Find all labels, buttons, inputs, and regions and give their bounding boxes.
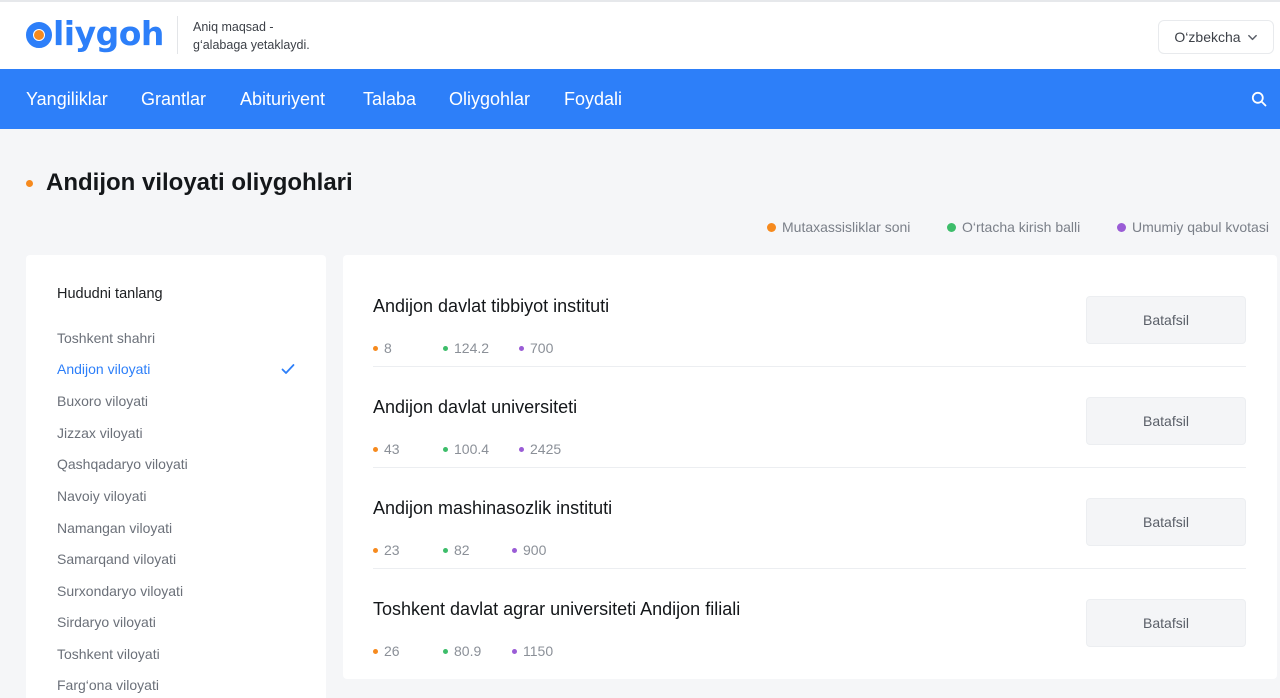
nav-item-oliygohlar[interactable]: Oliygohlar [449, 69, 530, 129]
legend-label: Mutaxassisliklar soni [782, 219, 911, 235]
green-dot-icon [443, 648, 448, 654]
region-item[interactable]: Farg‘ona viloyati [57, 677, 159, 693]
purple-dot-icon [512, 648, 517, 654]
language-label: O‘zbekcha [1174, 29, 1241, 45]
legend-label: Umumiy qabul kvotasi [1132, 219, 1269, 235]
stat-value: 80.9 [454, 643, 482, 659]
university-card: Toshkent davlat agrar universiteti Andij… [373, 569, 1246, 670]
stat-value: 100.4 [454, 441, 490, 457]
header-divider [177, 16, 178, 54]
purple-dot-icon [512, 547, 517, 553]
region-item[interactable]: Sirdaryo viloyati [57, 614, 156, 630]
university-name[interactable]: Toshkent davlat agrar universiteti Andij… [373, 599, 740, 620]
sidebar-title: Hududni tanlang [57, 286, 163, 302]
nav-item-abituriyent[interactable]: Abituriyent [240, 69, 325, 129]
green-dot-icon [443, 345, 448, 351]
purple-dot-icon [1117, 222, 1126, 232]
region-item[interactable]: Namangan viloyati [57, 520, 172, 536]
region-sidebar: Hududni tanlang Toshkent shahri Andijon … [26, 255, 326, 698]
stat-quota: 700 [519, 340, 553, 356]
search-icon[interactable] [1251, 91, 1267, 107]
university-card: Andijon mashinasozlik instituti 23 82 90… [373, 468, 1246, 569]
nav-item-talaba[interactable]: Talaba [363, 69, 416, 129]
chevron-down-icon [1247, 34, 1257, 40]
stat-value: 1150 [523, 643, 554, 659]
region-item[interactable]: Toshkent shahri [57, 330, 155, 346]
page-title: Andijon viloyati oliygohlari [46, 169, 353, 196]
site-logo[interactable]: liygoh [26, 14, 164, 53]
logo-mark-icon [26, 21, 52, 48]
orange-dot-icon [373, 547, 378, 553]
logo-text: liygoh [53, 14, 164, 53]
region-item[interactable]: Qashqadaryo viloyati [57, 456, 188, 472]
university-name[interactable]: Andijon davlat universiteti [373, 397, 577, 418]
university-card: Andijon davlat tibbiyot instituti 8 124.… [373, 266, 1246, 367]
purple-dot-icon [519, 446, 524, 452]
region-item[interactable]: Samarqand viloyati [57, 551, 176, 567]
nav-item-grantlar[interactable]: Grantlar [141, 69, 206, 129]
tagline-line-2: g‘alabaga yetaklaydi. [193, 38, 310, 52]
orange-dot-icon [373, 446, 378, 452]
stat-specialties: 26 [373, 643, 400, 659]
stat-value: 82 [454, 542, 470, 558]
stat-specialties: 8 [373, 340, 392, 356]
legend-label: O‘rtacha kirish balli [962, 219, 1081, 235]
region-item[interactable]: Toshkent viloyati [57, 646, 160, 662]
stat-avg-score: 124.2 [443, 340, 489, 356]
stat-value: 900 [523, 542, 547, 558]
nav-item-foydali[interactable]: Foydali [564, 69, 622, 129]
stat-specialties: 43 [373, 441, 400, 457]
green-dot-icon [443, 547, 448, 553]
stat-value: 8 [384, 340, 392, 356]
title-bullet-icon [26, 180, 33, 187]
details-button[interactable]: Batafsil [1086, 397, 1246, 445]
region-item[interactable]: Jizzax viloyati [57, 425, 143, 441]
main-navigation: Yangiliklar Grantlar Abituriyent Talaba … [0, 69, 1280, 129]
stat-value: 700 [530, 340, 554, 356]
green-dot-icon [443, 446, 448, 452]
region-item[interactable]: Buxoro viloyati [57, 393, 148, 409]
purple-dot-icon [519, 345, 524, 351]
stat-avg-score: 100.4 [443, 441, 489, 457]
university-name[interactable]: Andijon davlat tibbiyot instituti [373, 296, 609, 317]
stat-value: 43 [384, 441, 400, 457]
legend-item-specialties: Mutaxassisliklar soni [767, 218, 910, 236]
region-item[interactable]: Navoiy viloyati [57, 488, 146, 504]
details-button[interactable]: Batafsil [1086, 599, 1246, 647]
university-name[interactable]: Andijon mashinasozlik instituti [373, 498, 612, 519]
stat-value: 124.2 [454, 340, 490, 356]
stat-quota: 1150 [512, 643, 553, 659]
stat-value: 2425 [530, 441, 562, 457]
stat-quota: 2425 [519, 441, 561, 457]
stat-value: 23 [384, 542, 400, 558]
region-item-active[interactable]: Andijon viloyati [57, 361, 150, 377]
legend-item-avg-score: O‘rtacha kirish balli [947, 218, 1080, 236]
check-icon [281, 364, 295, 374]
details-button[interactable]: Batafsil [1086, 296, 1246, 344]
stat-quota: 900 [512, 542, 546, 558]
tagline-line-1: Aniq maqsad - [193, 20, 274, 34]
university-card: Andijon davlat universiteti 43 100.4 242… [373, 367, 1246, 468]
site-tagline: Aniq maqsad - g‘alabaga yetaklaydi. [193, 18, 353, 54]
green-dot-icon [947, 222, 956, 232]
details-button[interactable]: Batafsil [1086, 498, 1246, 546]
orange-dot-icon [373, 345, 378, 351]
stat-avg-score: 82 [443, 542, 470, 558]
stat-avg-score: 80.9 [443, 643, 481, 659]
stat-specialties: 23 [373, 542, 400, 558]
top-header: liygoh Aniq maqsad - g‘alabaga yetaklayd… [0, 0, 1280, 69]
stat-value: 26 [384, 643, 400, 659]
orange-dot-icon [767, 222, 776, 232]
language-selector[interactable]: O‘zbekcha [1158, 20, 1274, 54]
nav-item-yangiliklar[interactable]: Yangiliklar [26, 69, 108, 129]
orange-dot-icon [373, 648, 378, 654]
region-item[interactable]: Surxondaryo viloyati [57, 583, 183, 599]
legend-item-quota: Umumiy qabul kvotasi [1117, 218, 1269, 236]
university-list: Andijon davlat tibbiyot instituti 8 124.… [343, 255, 1277, 679]
